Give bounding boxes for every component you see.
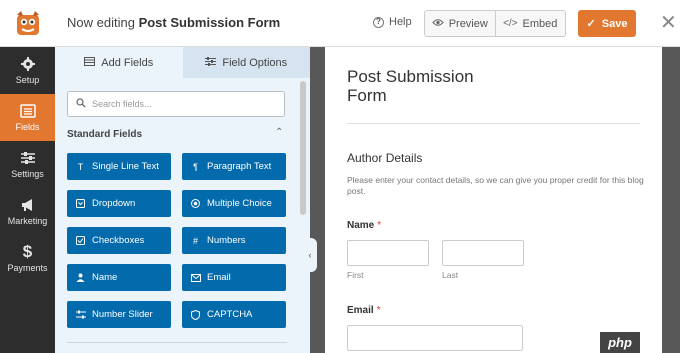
checkbox-icon [75, 236, 86, 245]
chevron-up-icon[interactable]: ⌃ [275, 127, 283, 138]
sliders-icon [20, 152, 35, 164]
radio-icon [190, 199, 201, 208]
sidebar-item-settings[interactable]: Settings [0, 141, 55, 188]
email-input[interactable] [347, 325, 523, 351]
table-icon [84, 56, 96, 69]
tab-add-fields[interactable]: Add Fields [55, 47, 183, 78]
field-paragraph-text-button[interactable]: ¶ Paragraph Text [182, 153, 286, 180]
hash-icon: # [192, 235, 198, 246]
page-title: Now editing Post Submission Form [67, 15, 280, 30]
tab-add-fields-label: Add Fields [101, 56, 154, 69]
field-label: Paragraph Text [207, 161, 272, 172]
builder-sidebar: Setup Fields Settings Marketing $ Paymen… [0, 47, 55, 353]
dropdown-icon [75, 199, 86, 208]
close-icon[interactable]: ✕ [660, 13, 677, 33]
wpforms-logo-icon [0, 0, 55, 47]
sidebar-label-settings: Settings [11, 169, 44, 179]
section-description: Please enter your contact details, so we… [347, 175, 644, 196]
sidebar-item-marketing[interactable]: Marketing [0, 188, 55, 235]
field-checkboxes-button[interactable]: Checkboxes [67, 227, 171, 254]
required-mark: * [377, 220, 382, 231]
sidebar-label-setup: Setup [15, 75, 40, 85]
search-icon [76, 95, 86, 113]
email-field-label[interactable]: Email * [347, 305, 381, 316]
question-icon: ? [373, 16, 384, 28]
field-label: Numbers [207, 235, 246, 246]
preview-button[interactable]: Preview [425, 11, 496, 36]
code-icon: </> [503, 18, 518, 29]
sidebar-label-fields: Fields [15, 122, 40, 132]
save-button[interactable]: ✓ Save [578, 10, 636, 37]
field-numbers-button[interactable]: # Numbers [182, 227, 286, 254]
last-sublabel: Last [442, 270, 459, 280]
field-email-button[interactable]: Email [182, 264, 286, 291]
gear-icon [20, 57, 35, 71]
sidebar-label-payments: Payments [7, 263, 48, 273]
first-name-input[interactable] [347, 240, 429, 266]
field-label: Name [92, 272, 118, 283]
field-label: Checkboxes [92, 235, 145, 246]
field-label: Number Slider [92, 309, 153, 320]
sidebar-item-fields[interactable]: Fields [0, 94, 55, 141]
field-label: Single Line Text [92, 161, 159, 172]
field-single-line-text-button[interactable]: T Single Line Text [67, 153, 171, 180]
check-icon: ✓ [586, 18, 596, 30]
preview-embed-group: Preview </> Embed [424, 10, 566, 37]
required-mark: * [376, 305, 381, 316]
fields-list-icon [19, 104, 36, 118]
tab-field-options[interactable]: Field Options [182, 47, 310, 78]
top-bar: Now editing Post Submission Form ? Help … [0, 0, 680, 47]
sidebar-label-marketing: Marketing [7, 216, 48, 226]
form-name: Post Submission Form [138, 15, 281, 30]
sidebar-item-setup[interactable]: Setup [0, 47, 55, 94]
last-name-input[interactable] [442, 240, 524, 266]
form-title: Post Submission Form [347, 67, 474, 105]
sidebar-item-payments[interactable]: $ Payments [0, 235, 55, 282]
eye-icon [432, 18, 444, 30]
fields-panel: Add Fields Field Options Standard Fields… [55, 47, 310, 353]
sliders-icon [205, 56, 217, 69]
dollar-icon: $ [22, 242, 33, 261]
tab-field-options-label: Field Options [222, 56, 288, 69]
field-label: Multiple Choice [207, 198, 272, 209]
search-field[interactable] [67, 91, 285, 117]
panel-scrollbar[interactable] [300, 81, 306, 215]
form-divider [347, 123, 640, 124]
text-icon: T [77, 161, 84, 172]
name-field-label[interactable]: Name * [347, 220, 381, 231]
field-multiple-choice-button[interactable]: Multiple Choice [182, 190, 286, 217]
panel-divider [67, 342, 287, 343]
captcha-icon [190, 309, 201, 320]
embed-label: Embed [522, 17, 558, 30]
field-label: Dropdown [92, 198, 136, 209]
preview-label: Preview [448, 17, 488, 30]
search-input[interactable] [92, 99, 272, 109]
field-name-button[interactable]: Name [67, 264, 171, 291]
field-captcha-button[interactable]: CAPTCHA [182, 301, 286, 328]
section-title: Author Details [347, 151, 423, 165]
envelope-icon [190, 273, 201, 282]
help-button[interactable]: ? Help [373, 16, 412, 28]
megaphone-icon [21, 199, 32, 211]
save-label: Save [601, 17, 628, 30]
collapse-panel-icon[interactable]: ‹ [303, 238, 317, 272]
embed-button[interactable]: </> Embed [496, 11, 566, 36]
help-label: Help [389, 16, 412, 28]
slider-icon [75, 310, 86, 319]
email-label-text: Email [347, 305, 374, 316]
field-label: CAPTCHA [207, 309, 253, 320]
php-watermark: php [600, 332, 640, 353]
field-dropdown-button[interactable]: Dropdown [67, 190, 171, 217]
field-label: Email [207, 272, 231, 283]
form-preview: Post Submission Form Author Details Plea… [325, 47, 662, 353]
name-label-text: Name [347, 220, 375, 231]
field-number-slider-button[interactable]: Number Slider [67, 301, 171, 328]
paragraph-icon: ¶ [193, 161, 198, 172]
first-sublabel: First [347, 270, 364, 280]
standard-fields-heading: Standard Fields [67, 129, 143, 140]
user-icon [75, 273, 86, 282]
panel-tabs: Add Fields Field Options [55, 47, 310, 78]
editing-prefix: Now editing [67, 15, 135, 30]
